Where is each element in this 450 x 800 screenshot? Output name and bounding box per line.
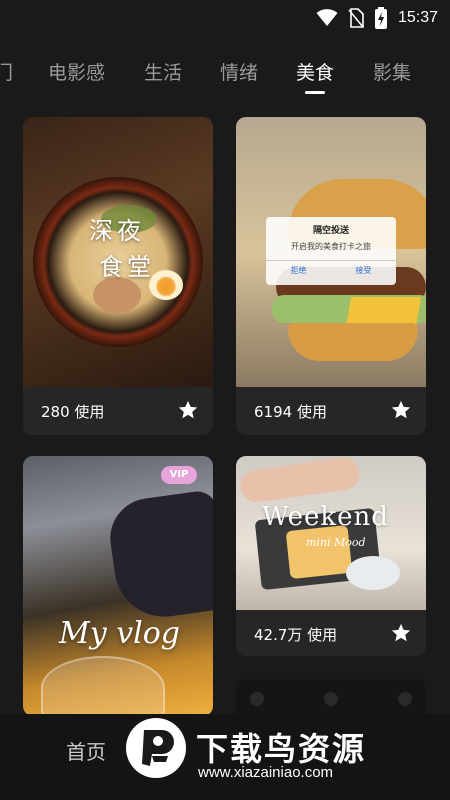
no-sim-icon (348, 8, 364, 28)
template-card[interactable]: VIP My vlog (23, 456, 213, 716)
usage-count: 6194 使用 (254, 403, 327, 421)
wifi-icon (316, 9, 338, 26)
control-icon (324, 692, 338, 706)
nav-home[interactable]: 首页 (66, 736, 106, 765)
bottom-nav: 首页 下载鸟资源 www.xiazainiao.com (0, 714, 450, 800)
tab-mood[interactable]: 情绪 (220, 58, 258, 85)
template-card-partial[interactable] (236, 679, 426, 719)
tab-food[interactable]: 美食 (296, 58, 334, 85)
dialog-message: 开启我的美食打卡之旅 (291, 242, 371, 251)
hand-image (238, 456, 362, 505)
card-footer: 42.7万 使用 (236, 610, 426, 656)
battery-charging-icon (374, 7, 387, 29)
watermark-url: www.xiazainiao.com (198, 764, 334, 781)
template-thumbnail[interactable]: 深夜 食堂 (23, 117, 213, 387)
drink-glass-image (41, 656, 165, 716)
airdrop-dialog: 隔空投送 开启我的美食打卡之旅 拒绝 接受 (266, 217, 396, 285)
template-card[interactable]: Weekend mini Mood 42.7万 使用 (236, 456, 426, 656)
template-title-line2: 食堂 (99, 253, 155, 281)
star-icon[interactable] (390, 622, 412, 644)
usage-count: 280 使用 (41, 403, 105, 421)
star-icon[interactable] (390, 399, 412, 421)
tab-cinematic[interactable]: 电影感 (48, 58, 105, 85)
cup-image (346, 556, 400, 590)
template-thumbnail[interactable]: VIP My vlog (23, 456, 213, 716)
tab-partial[interactable]: 门 (0, 58, 13, 85)
card-footer: 6194 使用 (236, 387, 426, 435)
dialog-divider (266, 260, 396, 261)
tab-albums[interactable]: 影集 (373, 58, 411, 85)
dialog-accept-button: 接受 (355, 266, 372, 275)
star-icon[interactable] (177, 399, 199, 421)
active-tab-indicator (305, 91, 325, 94)
dialog-decline-button: 拒绝 (290, 266, 307, 275)
template-card[interactable]: 隔空投送 开启我的美食打卡之旅 拒绝 接受 6194 使用 (236, 117, 426, 435)
usage-count: 42.7万 使用 (254, 626, 338, 644)
card-footer: 280 使用 (23, 387, 213, 435)
template-title-line1: 深夜 (89, 217, 145, 245)
template-thumbnail[interactable]: Weekend mini Mood (236, 456, 426, 610)
toast-image (285, 524, 353, 580)
template-thumbnail[interactable]: 隔空投送 开启我的美食打卡之旅 拒绝 接受 (236, 117, 426, 387)
tab-life[interactable]: 生活 (144, 58, 182, 85)
status-time: 15:37 (397, 9, 438, 26)
person-image (105, 488, 213, 624)
watermark-logo (126, 718, 186, 778)
bun-bottom (288, 323, 418, 361)
template-title: 深夜 食堂 (89, 213, 155, 285)
control-icon (250, 692, 264, 706)
category-tabs: 门 电影感 生活 情绪 美食 影集 (0, 48, 450, 96)
template-title: My vlog (59, 616, 181, 651)
dialog-title: 隔空投送 (312, 226, 349, 236)
vip-badge: VIP (161, 466, 197, 484)
status-bar: 15:37 (0, 0, 450, 34)
template-title: Weekend (262, 502, 389, 532)
control-icon (398, 692, 412, 706)
template-card[interactable]: 深夜 食堂 280 使用 (23, 117, 213, 435)
template-subtitle: mini Mood (306, 536, 366, 549)
